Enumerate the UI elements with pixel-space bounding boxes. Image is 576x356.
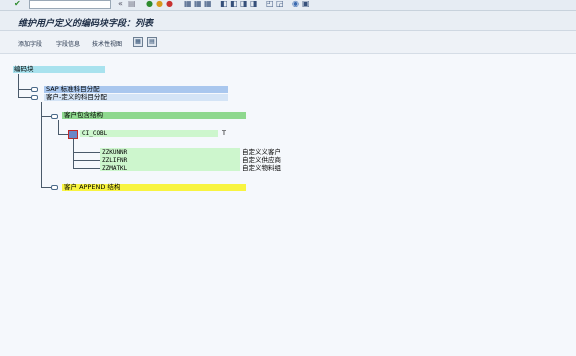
field-info-button[interactable]: 字段信息 (56, 39, 80, 48)
prev-page-icon[interactable]: ◧ (230, 0, 238, 8)
ci-cobl-flag: T (222, 129, 226, 137)
cancel-icon[interactable]: ● (166, 0, 173, 8)
first-page-icon[interactable]: ◧ (220, 0, 228, 8)
layout-icon[interactable]: ▣ (302, 0, 310, 8)
folder-icon[interactable] (31, 95, 38, 100)
expand-icon[interactable]: ▦ (133, 37, 143, 47)
tech-view-button[interactable]: 技术性视图 (92, 39, 122, 48)
folder-icon[interactable] (51, 185, 58, 190)
new-session-icon[interactable]: ◰ (266, 0, 274, 8)
save-disk-icon[interactable]: ▤ (128, 0, 136, 8)
add-field-button[interactable]: 添加字段 (18, 39, 42, 48)
field-name[interactable]: ZZKUNNR (102, 149, 127, 156)
field-description: 自定义物料组 (242, 164, 281, 172)
command-field[interactable] (29, 0, 111, 9)
tree-connector (73, 138, 74, 168)
help-icon[interactable]: ◉ (292, 0, 299, 8)
tree-node-sap-standard[interactable]: SAP 标准科目分配 (46, 86, 100, 93)
tree-connector (18, 74, 19, 98)
print-icon[interactable]: ▦ (184, 0, 192, 8)
tree-node-customer-include[interactable]: 客户包含结构 (64, 112, 103, 119)
back-icon[interactable]: ● (146, 0, 153, 8)
collapse-icon[interactable]: ▤ (147, 37, 157, 47)
tree-connector (73, 168, 101, 169)
exit-icon[interactable]: ● (156, 0, 163, 8)
field-name[interactable]: ZZMATKL (102, 165, 127, 172)
tree-node-customer-defined[interactable]: 客户-定义的科目分配 (46, 94, 107, 101)
shortcut-icon[interactable]: ◲ (276, 0, 284, 8)
tree-connector (73, 160, 101, 161)
tree-node-append[interactable]: 客户 APPEND 结构 (64, 184, 120, 191)
tree-connector (58, 120, 59, 134)
enter-icon[interactable]: ✔ (14, 0, 21, 8)
tree-connector (18, 97, 32, 98)
application-toolbar: 添加字段 字段信息 技术性视图 ▦ ▤ (0, 31, 576, 54)
find-icon[interactable]: ▦ (194, 0, 202, 8)
system-toolbar: ✔ « ▤ ● ● ● ▦ ▦ ▦ ◧ ◧ ◨ ◨ ◰ ◲ ◉ ▣ (0, 0, 576, 11)
tree-root-label[interactable]: 编码块 (14, 66, 34, 73)
tree-connector (73, 152, 101, 153)
tree-connector (18, 89, 32, 90)
title-bar: 维护用户定义的编码块字段：列表 (0, 11, 576, 31)
last-page-icon[interactable]: ◨ (250, 0, 258, 8)
find-next-icon[interactable]: ▦ (204, 0, 212, 8)
folder-icon[interactable] (51, 114, 58, 119)
coding-block-tree: 编码块 SAP 标准科目分配 客户-定义的科目分配 客户包含结构 CI_COBL… (0, 54, 576, 356)
tree-connector (41, 102, 42, 187)
page-title: 维护用户定义的编码块字段：列表 (18, 19, 154, 29)
folder-icon[interactable] (31, 87, 38, 92)
tree-connector (58, 134, 68, 135)
field-name[interactable]: ZZLIFNR (102, 157, 127, 164)
save-icon[interactable]: « (118, 0, 123, 8)
field-description: 自定义义客户 (242, 148, 281, 156)
tree-node-ci-cobl[interactable]: CI_COBL (82, 130, 107, 137)
next-page-icon[interactable]: ◨ (240, 0, 248, 8)
field-description: 自定义供应商 (242, 156, 281, 164)
